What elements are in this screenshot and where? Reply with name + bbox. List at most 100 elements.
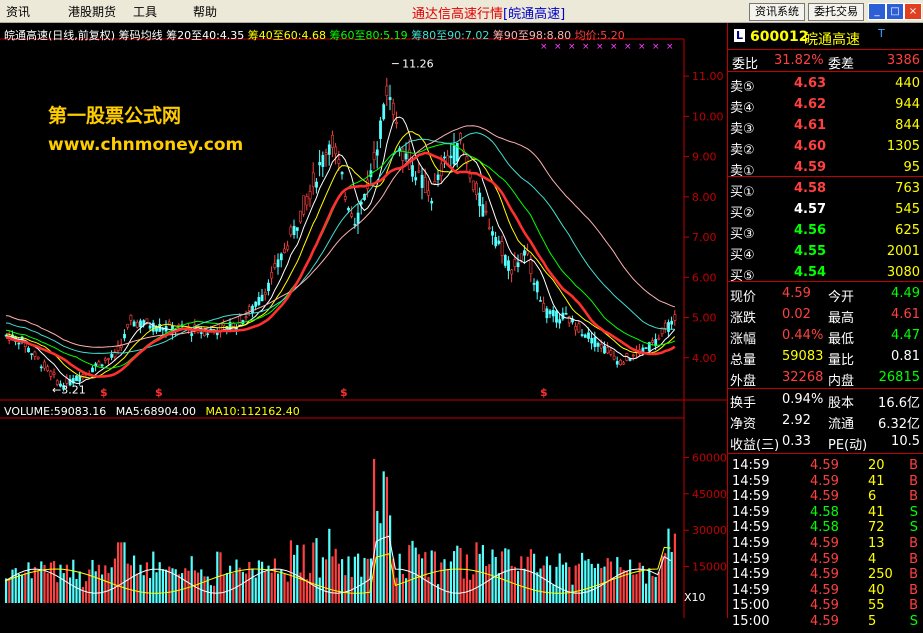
kline-chart-area[interactable]: 11.00 10.00 9.00 8.00 7.00 6.00 5.00 4.00 60000 4…	[0, 23, 727, 618]
candle-body	[577, 323, 581, 333]
volume-bar	[625, 570, 628, 603]
menu-tools[interactable]: 工具	[133, 3, 157, 20]
fundamental-row: 收益(三) 0.33 PE(动) 10.5	[728, 432, 923, 453]
candle-body	[452, 145, 456, 165]
candle-body	[52, 372, 56, 375]
volume-bar	[315, 538, 318, 603]
ask-volume: 944	[895, 97, 920, 112]
volume-bar	[101, 574, 104, 603]
volume-bar	[30, 578, 33, 603]
trade-button[interactable]: 委托交易	[808, 3, 864, 21]
candle-body	[641, 347, 645, 352]
menu-help[interactable]: 帮助	[193, 3, 217, 20]
stat-label: 涨跌	[730, 311, 757, 326]
ask-price: 4.62	[794, 97, 827, 112]
volume-bar	[488, 564, 491, 603]
candle-body	[251, 305, 254, 314]
news-system-button[interactable]: 资讯系统	[749, 3, 805, 21]
candle-body	[151, 322, 155, 332]
tick-row: 15:00 4.59 5 S	[728, 612, 923, 633]
volume-bar	[587, 558, 590, 603]
volume-bar	[145, 562, 148, 603]
stat-label: 最低	[828, 332, 855, 347]
price-axis-label: 8.00	[692, 191, 717, 204]
candle-body	[356, 212, 360, 224]
candle-body	[542, 303, 546, 312]
close-button[interactable]: ×	[904, 3, 922, 20]
volume-bar	[37, 570, 40, 603]
volume-bar	[465, 554, 468, 603]
volume-bar	[574, 565, 577, 603]
volume-bar	[411, 540, 414, 603]
cross-mark: ×	[666, 42, 674, 52]
volume-bar	[219, 552, 222, 603]
bid-price: 4.57	[794, 202, 827, 217]
candle-body	[388, 97, 392, 101]
volume-bar	[126, 563, 129, 603]
candle-body	[391, 102, 395, 115]
ask-price: 4.59	[794, 160, 827, 175]
bid-row: 买③ 4.56 625	[728, 221, 923, 242]
candle-body	[324, 152, 328, 155]
candle-body	[267, 282, 270, 292]
candle-body	[471, 180, 475, 191]
candle-body	[337, 159, 341, 164]
volume-bar	[629, 559, 632, 603]
volume-value: VOLUME:59083.16	[4, 405, 107, 418]
volume-bar	[318, 577, 321, 603]
cross-mark: ×	[540, 42, 548, 52]
volume-bar	[427, 576, 430, 603]
candle-body	[411, 165, 414, 177]
candle-body	[500, 241, 504, 256]
candle-body	[286, 245, 290, 250]
candle-body	[340, 172, 344, 175]
volume-bar	[609, 561, 612, 603]
volume-bar	[123, 542, 126, 603]
candle-body	[516, 262, 520, 267]
candle-body	[510, 269, 514, 275]
volume-bar	[312, 542, 315, 603]
maximize-button[interactable]: □	[886, 3, 904, 20]
menu-news[interactable]: 资讯	[6, 3, 30, 20]
volume-bar	[635, 574, 638, 603]
candle-body	[548, 310, 552, 315]
bid-volume: 625	[895, 223, 920, 238]
quote-separator	[728, 388, 923, 389]
volume-bar	[670, 552, 673, 603]
volume-bar	[449, 561, 452, 603]
candle-body	[379, 120, 382, 139]
candle-body	[135, 322, 139, 328]
volume-bar	[341, 559, 344, 603]
volume-bar	[184, 568, 187, 603]
volume-unit-label: X10	[684, 591, 706, 604]
menu-hk-futures[interactable]: 港股期货	[68, 3, 116, 20]
ma-label-5: 筹90至98:8.80	[492, 29, 572, 42]
volume-bar	[21, 574, 24, 603]
volume-bar	[424, 552, 427, 603]
volume-bar	[478, 553, 481, 603]
volume-bar	[8, 579, 11, 603]
bid-price: 4.54	[794, 265, 827, 280]
candle-body	[257, 297, 261, 305]
volume-bar	[110, 567, 113, 603]
stat-label: 涨幅	[730, 332, 757, 347]
volume-bar	[225, 572, 228, 603]
bid-label: 买②	[730, 206, 755, 221]
volume-bar	[581, 552, 584, 603]
volume-bar	[632, 574, 635, 603]
candle-body	[375, 149, 379, 156]
candle-body	[507, 260, 510, 271]
stat-label: 内盘	[828, 374, 855, 389]
candle-body	[244, 316, 248, 319]
minimize-button[interactable]: _	[868, 3, 886, 20]
volume-bar	[91, 559, 94, 603]
quote-panel: L 600012 皖通高速 T 委比 31.82% 委差 3386 卖⑤ 4.63 440 卖④ 4.6…	[727, 23, 923, 629]
volume-bar	[177, 574, 180, 603]
candle-body	[49, 370, 53, 377]
cross-mark: ×	[568, 42, 576, 52]
candle-body	[148, 325, 152, 329]
volume-bar	[529, 549, 532, 603]
volume-bar	[523, 568, 526, 603]
stat-label: 总量	[730, 353, 757, 368]
volume-bar	[430, 550, 433, 603]
